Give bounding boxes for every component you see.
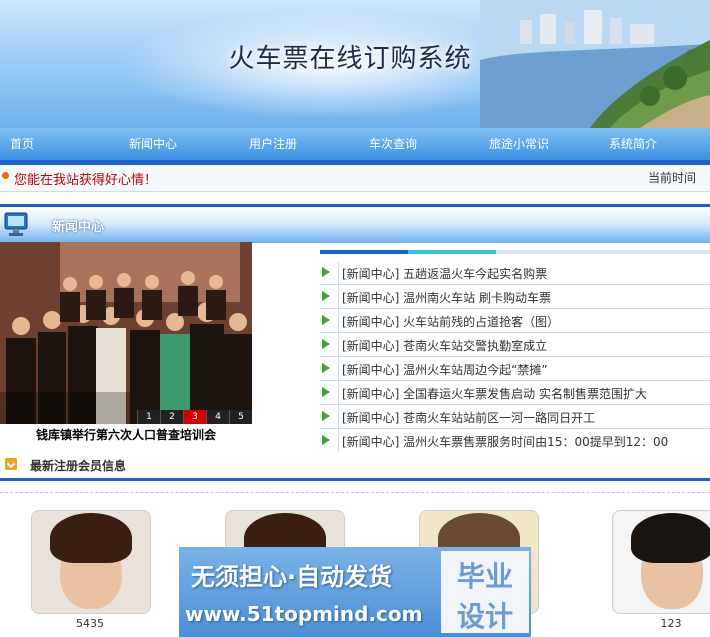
row-divider (338, 406, 339, 428)
news-section-header: 新闻中心 (0, 204, 710, 243)
green-arrow-icon (322, 339, 330, 349)
photo-caption[interactable]: 钱库镇举行第六次人口普查培训会 (0, 426, 252, 443)
avatar-hair (631, 513, 710, 563)
advertisement-banner[interactable]: 无须担心·自动发货 www.51topmind.com 毕业 设计 (179, 547, 531, 637)
news-photo[interactable]: 1 2 3 4 5 (0, 242, 252, 424)
current-time-label: 当前时间 (647, 171, 696, 185)
news-list-item[interactable]: [新闻中心] 火车站前残的占道抢客（图） (320, 310, 710, 333)
monitor-icon (4, 212, 28, 236)
news-link[interactable]: [新闻中心] 温州火车站周边今起“禁摊” (342, 361, 548, 378)
notice-message: 您能在我站获得好心情！ (14, 173, 158, 188)
green-arrow-icon (322, 363, 330, 373)
members-section-header: 最新注册会员信息 (0, 452, 710, 478)
row-divider (338, 358, 339, 380)
pager-button-4[interactable]: 4 (206, 410, 229, 424)
news-link[interactable]: [新闻中心] 五趟返温火车今起实名购票 (342, 265, 547, 282)
green-arrow-icon (322, 291, 330, 301)
news-list-item[interactable]: [新闻中心] 温州火车票售票服务时间由15：00提早到12：00 (320, 430, 710, 453)
news-link[interactable]: [新闻中心] 全国春运火车票发售启动 实名制售票范围扩大 (342, 385, 647, 402)
ad-badge-top: 毕业 (456, 560, 513, 593)
row-divider (338, 286, 339, 308)
group-photo-image (0, 242, 252, 424)
row-divider (338, 334, 339, 356)
nav-item-train-search[interactable]: 车次查询 (369, 135, 417, 152)
nav-item-register[interactable]: 用户注册 (249, 135, 297, 152)
pager-button-1[interactable]: 1 (137, 410, 160, 424)
news-section-title: 新闻中心 (52, 220, 105, 235)
pager-button-5[interactable]: 5 (229, 410, 252, 424)
green-arrow-icon (322, 435, 330, 445)
pager-button-2[interactable]: 2 (160, 410, 183, 424)
chevron-down-icon (5, 458, 17, 470)
member-avatar[interactable] (31, 510, 151, 614)
nav-item-home[interactable]: 首页 (10, 135, 34, 152)
news-list: [新闻中心] 五趟返温火车今起实名购票 [新闻中心] 温州南火车站 刷卡购动车票… (320, 262, 710, 454)
member-avatar[interactable] (612, 510, 710, 614)
news-link[interactable]: [新闻中心] 温州火车票售票服务时间由15：00提早到12：00 (342, 433, 668, 450)
avatar-hair (50, 513, 132, 563)
news-link[interactable]: [新闻中心] 苍南火车站站前区一河一路同日开工 (342, 409, 595, 426)
nav-item-news[interactable]: 新闻中心 (129, 135, 177, 152)
ad-url[interactable]: www.51topmind.com (185, 602, 422, 626)
ad-badge-bottom: 设计 (456, 600, 513, 633)
nav-item-about[interactable]: 系统简介 (609, 135, 657, 152)
ad-slogan: 无须担心·自动发货 (191, 563, 393, 591)
news-list-item[interactable]: [新闻中心] 苍南火车站交警执勤室成立 (320, 334, 710, 357)
news-link[interactable]: [新闻中心] 苍南火车站交警执勤室成立 (342, 337, 547, 354)
dotted-divider (0, 492, 710, 493)
green-arrow-icon (322, 315, 330, 325)
news-list-item[interactable]: [新闻中心] 温州火车站周边今起“禁摊” (320, 358, 710, 381)
member-name[interactable]: 5435 (31, 617, 149, 630)
notice-bullet-icon (2, 172, 9, 179)
row-divider (338, 262, 339, 284)
green-arrow-icon (322, 387, 330, 397)
photo-pager: 1 2 3 4 5 (137, 410, 252, 424)
nav-item-travel-tips[interactable]: 旅途小常识 (489, 135, 549, 152)
pager-button-3[interactable]: 3 (183, 410, 206, 424)
row-divider (338, 382, 339, 404)
ad-badge: 毕业 设计 (441, 551, 529, 633)
news-list-item[interactable]: [新闻中心] 温州南火车站 刷卡购动车票 (320, 286, 710, 309)
site-title: 火车票在线订购系统 (228, 44, 472, 74)
news-tab-strip (320, 250, 710, 254)
news-tab-active[interactable] (320, 250, 408, 254)
row-divider (338, 430, 339, 452)
green-arrow-icon (322, 411, 330, 421)
news-link[interactable]: [新闻中心] 温州南火车站 刷卡购动车票 (342, 289, 551, 306)
members-section-title: 最新注册会员信息 (30, 459, 127, 473)
news-link[interactable]: [新闻中心] 火车站前残的占道抢客（图） (342, 313, 559, 330)
news-list-item[interactable]: [新闻中心] 五趟返温火车今起实名购票 (320, 262, 710, 285)
news-list-item[interactable]: [新闻中心] 全国春运火车票发售启动 实名制售票范围扩大 (320, 382, 710, 405)
news-tab-secondary[interactable] (408, 250, 496, 254)
member-name[interactable]: 123 (612, 617, 710, 630)
main-nav: 首页 新闻中心 用户注册 车次查询 旅途小常识 系统简介 (0, 128, 710, 160)
row-divider (338, 310, 339, 332)
news-list-item[interactable]: [新闻中心] 苍南火车站站前区一河一路同日开工 (320, 406, 710, 429)
notice-bar: 您能在我站获得好心情！ 当前时间 (0, 165, 710, 192)
green-arrow-icon (322, 267, 330, 277)
header-banner: 火车票在线订购系统 (0, 0, 710, 128)
members-divider (0, 478, 710, 481)
